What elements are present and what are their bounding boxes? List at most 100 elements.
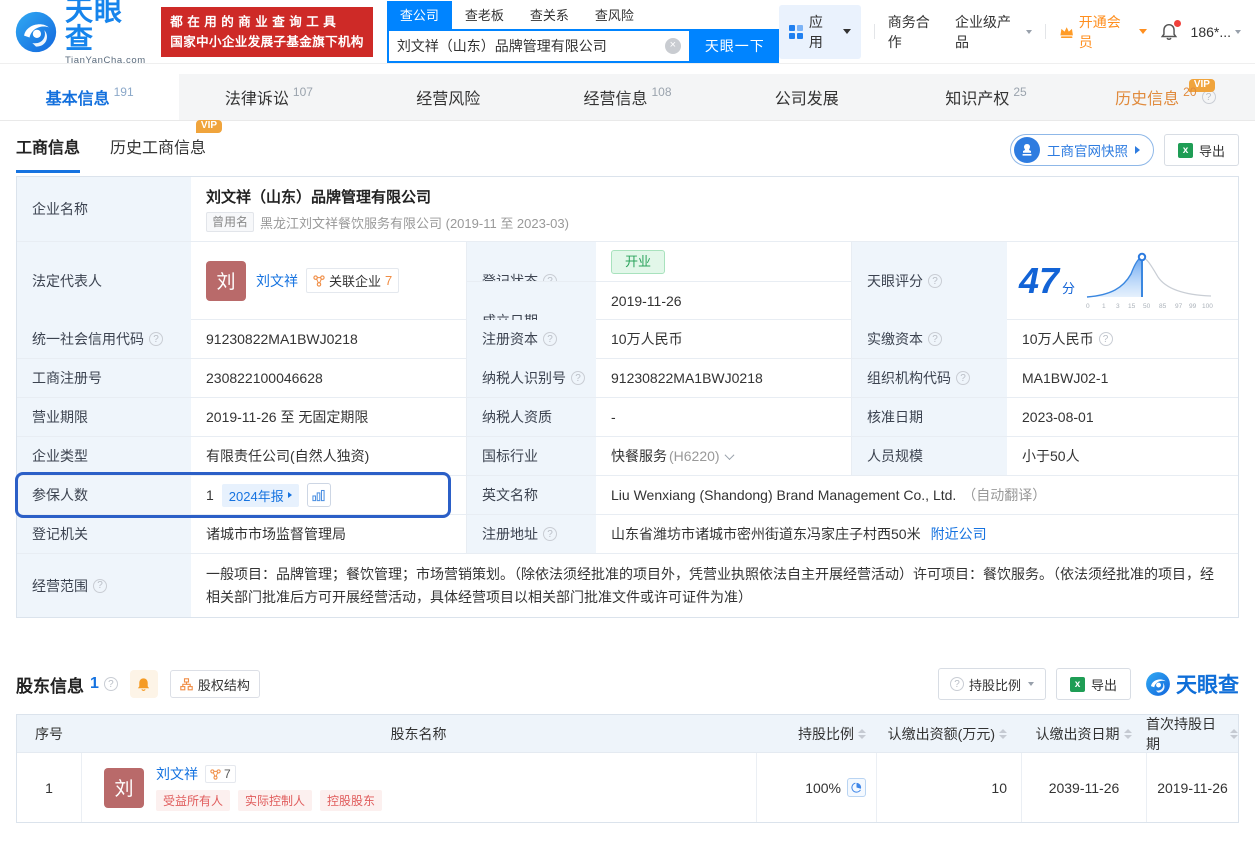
tab-label: 经营信息 (583, 85, 647, 109)
tab-count: 108 (651, 85, 671, 99)
chevron-down-icon (724, 450, 734, 460)
svg-text:1: 1 (1102, 303, 1106, 310)
svg-text:100: 100 (1202, 303, 1213, 310)
nav-enterprise-products[interactable]: 企业级产品 (955, 12, 1032, 52)
paid-capital-label: 实缴资本? (851, 320, 1007, 358)
ratio-filter-label: 持股比例 (969, 675, 1021, 694)
help-icon[interactable]: ? (1202, 90, 1216, 104)
help-icon[interactable]: ? (571, 371, 585, 385)
shareholders-table-header: 序号 股东名称 持股比例 认缴出资额(万元) 认缴出资日期 首次持股日期 (17, 715, 1238, 752)
export-button[interactable]: x 导出 (1164, 134, 1239, 166)
help-icon[interactable]: ? (543, 527, 557, 541)
subtab-history-business-info[interactable]: VIP 历史工商信息 (110, 134, 206, 173)
tab-operating-risk[interactable]: 经营风险 (359, 74, 538, 120)
col-subscribed-date[interactable]: 认缴出资日期 (1021, 724, 1146, 744)
snapshot-label: 工商官网快照 (1047, 140, 1128, 160)
pie-chart-button[interactable] (847, 778, 866, 797)
network-icon (313, 275, 325, 287)
excel-icon: x (1070, 677, 1085, 692)
company-type-label: 企业类型 (17, 437, 191, 475)
help-icon[interactable]: ? (93, 579, 107, 593)
brand-name: 天眼查 (1176, 669, 1239, 699)
industry-value[interactable]: 快餐服务 (H6220) (596, 437, 851, 475)
monitor-bell-button[interactable] (130, 670, 158, 698)
tab-operating-info[interactable]: 经营信息 108 (538, 74, 717, 120)
shareholder-avatar[interactable]: 刘 (104, 768, 144, 808)
divider (1045, 24, 1046, 39)
address-value: 山东省潍坊市诸城市密州街道东冯家庄子村西50米 附近公司 (596, 515, 1238, 553)
subtab-business-info[interactable]: 工商信息 (16, 134, 80, 173)
related-count-badge[interactable]: 7 (205, 765, 236, 783)
equity-structure-button[interactable]: 股权结构 (170, 670, 260, 698)
insured-trend-button[interactable] (307, 483, 331, 507)
nearby-companies-link[interactable]: 附近公司 (931, 524, 987, 544)
related-companies-badge[interactable]: 关联企业 7 (306, 268, 399, 293)
help-icon[interactable]: ? (149, 332, 163, 346)
col-subscribed-amount[interactable]: 认缴出资额(万元) (876, 724, 1021, 744)
nav-cooperation[interactable]: 商务合作 (888, 12, 942, 52)
annual-report-badge[interactable]: 2024年报 (222, 484, 299, 507)
help-icon[interactable]: ? (928, 332, 942, 346)
tab-legal-litigation[interactable]: 法律诉讼107 (179, 74, 358, 120)
clear-search-icon[interactable]: × (665, 38, 681, 54)
search-tab-boss[interactable]: 查老板 (452, 1, 517, 29)
sort-icon (858, 729, 866, 739)
main-tabbar: 基本信息191 法律诉讼107 经营风险 经营信息 108 公司发展 知识产权25… (0, 74, 1255, 121)
paid-capital: 10万人民币? (1007, 320, 1238, 358)
english-name: Liu Wenxiang (Shandong) Brand Management… (596, 476, 1238, 514)
tab-basic-info[interactable]: 基本信息191 (0, 74, 179, 120)
svg-text:15: 15 (1128, 303, 1136, 310)
business-scope: 一般项目：品牌管理；餐饮管理；市场营销策划。（除依法须经批准的项目外，凭营业执照… (191, 554, 1238, 617)
help-icon[interactable]: ? (1099, 332, 1113, 346)
establish-date: 2019-11-26 (596, 282, 851, 320)
tianyancha-logo-icon (14, 10, 58, 54)
help-icon[interactable]: ? (543, 332, 557, 346)
shareholder-name-link[interactable]: 刘文祥 (156, 764, 198, 784)
arrow-right-icon (1135, 146, 1140, 154)
tab-history-info[interactable]: VIP 历史信息20 ? (1076, 74, 1255, 120)
official-snapshot-button[interactable]: 工商官网快照 (1010, 134, 1154, 166)
legal-rep-avatar[interactable]: 刘 (206, 261, 246, 301)
reg-number: 230822100046628 (191, 359, 466, 397)
tab-label: 基本信息 (46, 85, 110, 109)
search-tab-relation[interactable]: 查关系 (517, 1, 582, 29)
tab-label: 法律诉讼 (225, 85, 289, 109)
shareholder-cell: 刘 刘文祥 7 (81, 753, 756, 822)
search-button[interactable]: 天眼一下 (691, 29, 779, 63)
search-input[interactable] (389, 38, 665, 54)
col-ratio[interactable]: 持股比例 (756, 724, 876, 744)
search-tab-risk[interactable]: 查风险 (582, 1, 647, 29)
tab-company-development[interactable]: 公司发展 (717, 74, 896, 120)
tab-intellectual-property[interactable]: 知识产权25 (896, 74, 1075, 120)
subscribed-date-cell: 2039-11-26 (1021, 753, 1146, 822)
tianyancha-logo-icon (1145, 671, 1171, 697)
svg-text:97: 97 (1175, 303, 1183, 310)
taxpayer-id-label: 纳税人识别号? (466, 359, 596, 397)
excel-icon: x (1178, 143, 1193, 158)
staff-size: 小于50人 (1007, 437, 1238, 475)
tab-label: 公司发展 (775, 85, 839, 109)
nav-membership[interactable]: 开通会员 (1059, 12, 1146, 52)
shareholders-export-button[interactable]: x 导出 (1056, 668, 1131, 700)
score-label: 天眼评分? (851, 242, 1007, 320)
help-icon[interactable]: ? (104, 677, 118, 691)
help-icon[interactable]: ? (956, 371, 970, 385)
approval-date-label: 核准日期 (851, 398, 1007, 436)
col-first-hold-date[interactable]: 首次持股日期 (1146, 714, 1238, 754)
svg-text:3: 3 (1116, 303, 1120, 310)
arrow-right-icon (288, 492, 292, 498)
tianyancha-logo[interactable]: 天眼查 TianYanCha.com (14, 0, 149, 66)
tag-controlling-shareholder: 控股股东 (320, 790, 382, 811)
legal-rep-link[interactable]: 刘文祥 (256, 271, 298, 291)
apps-menu[interactable]: 应用 (779, 5, 861, 59)
taxpayer-quality-label: 纳税人资质 (466, 398, 596, 436)
notifications-bell[interactable] (1160, 23, 1178, 41)
staff-size-label: 人员规模 (851, 437, 1007, 475)
apps-grid-icon (789, 25, 803, 39)
search-tab-company[interactable]: 查公司 (387, 1, 452, 29)
help-icon[interactable]: ? (928, 274, 942, 288)
network-icon (210, 769, 221, 780)
ratio-filter-button[interactable]: ? 持股比例 (938, 668, 1046, 700)
account-menu[interactable]: 186*... (1191, 24, 1241, 40)
related-count: 7 (224, 767, 231, 781)
